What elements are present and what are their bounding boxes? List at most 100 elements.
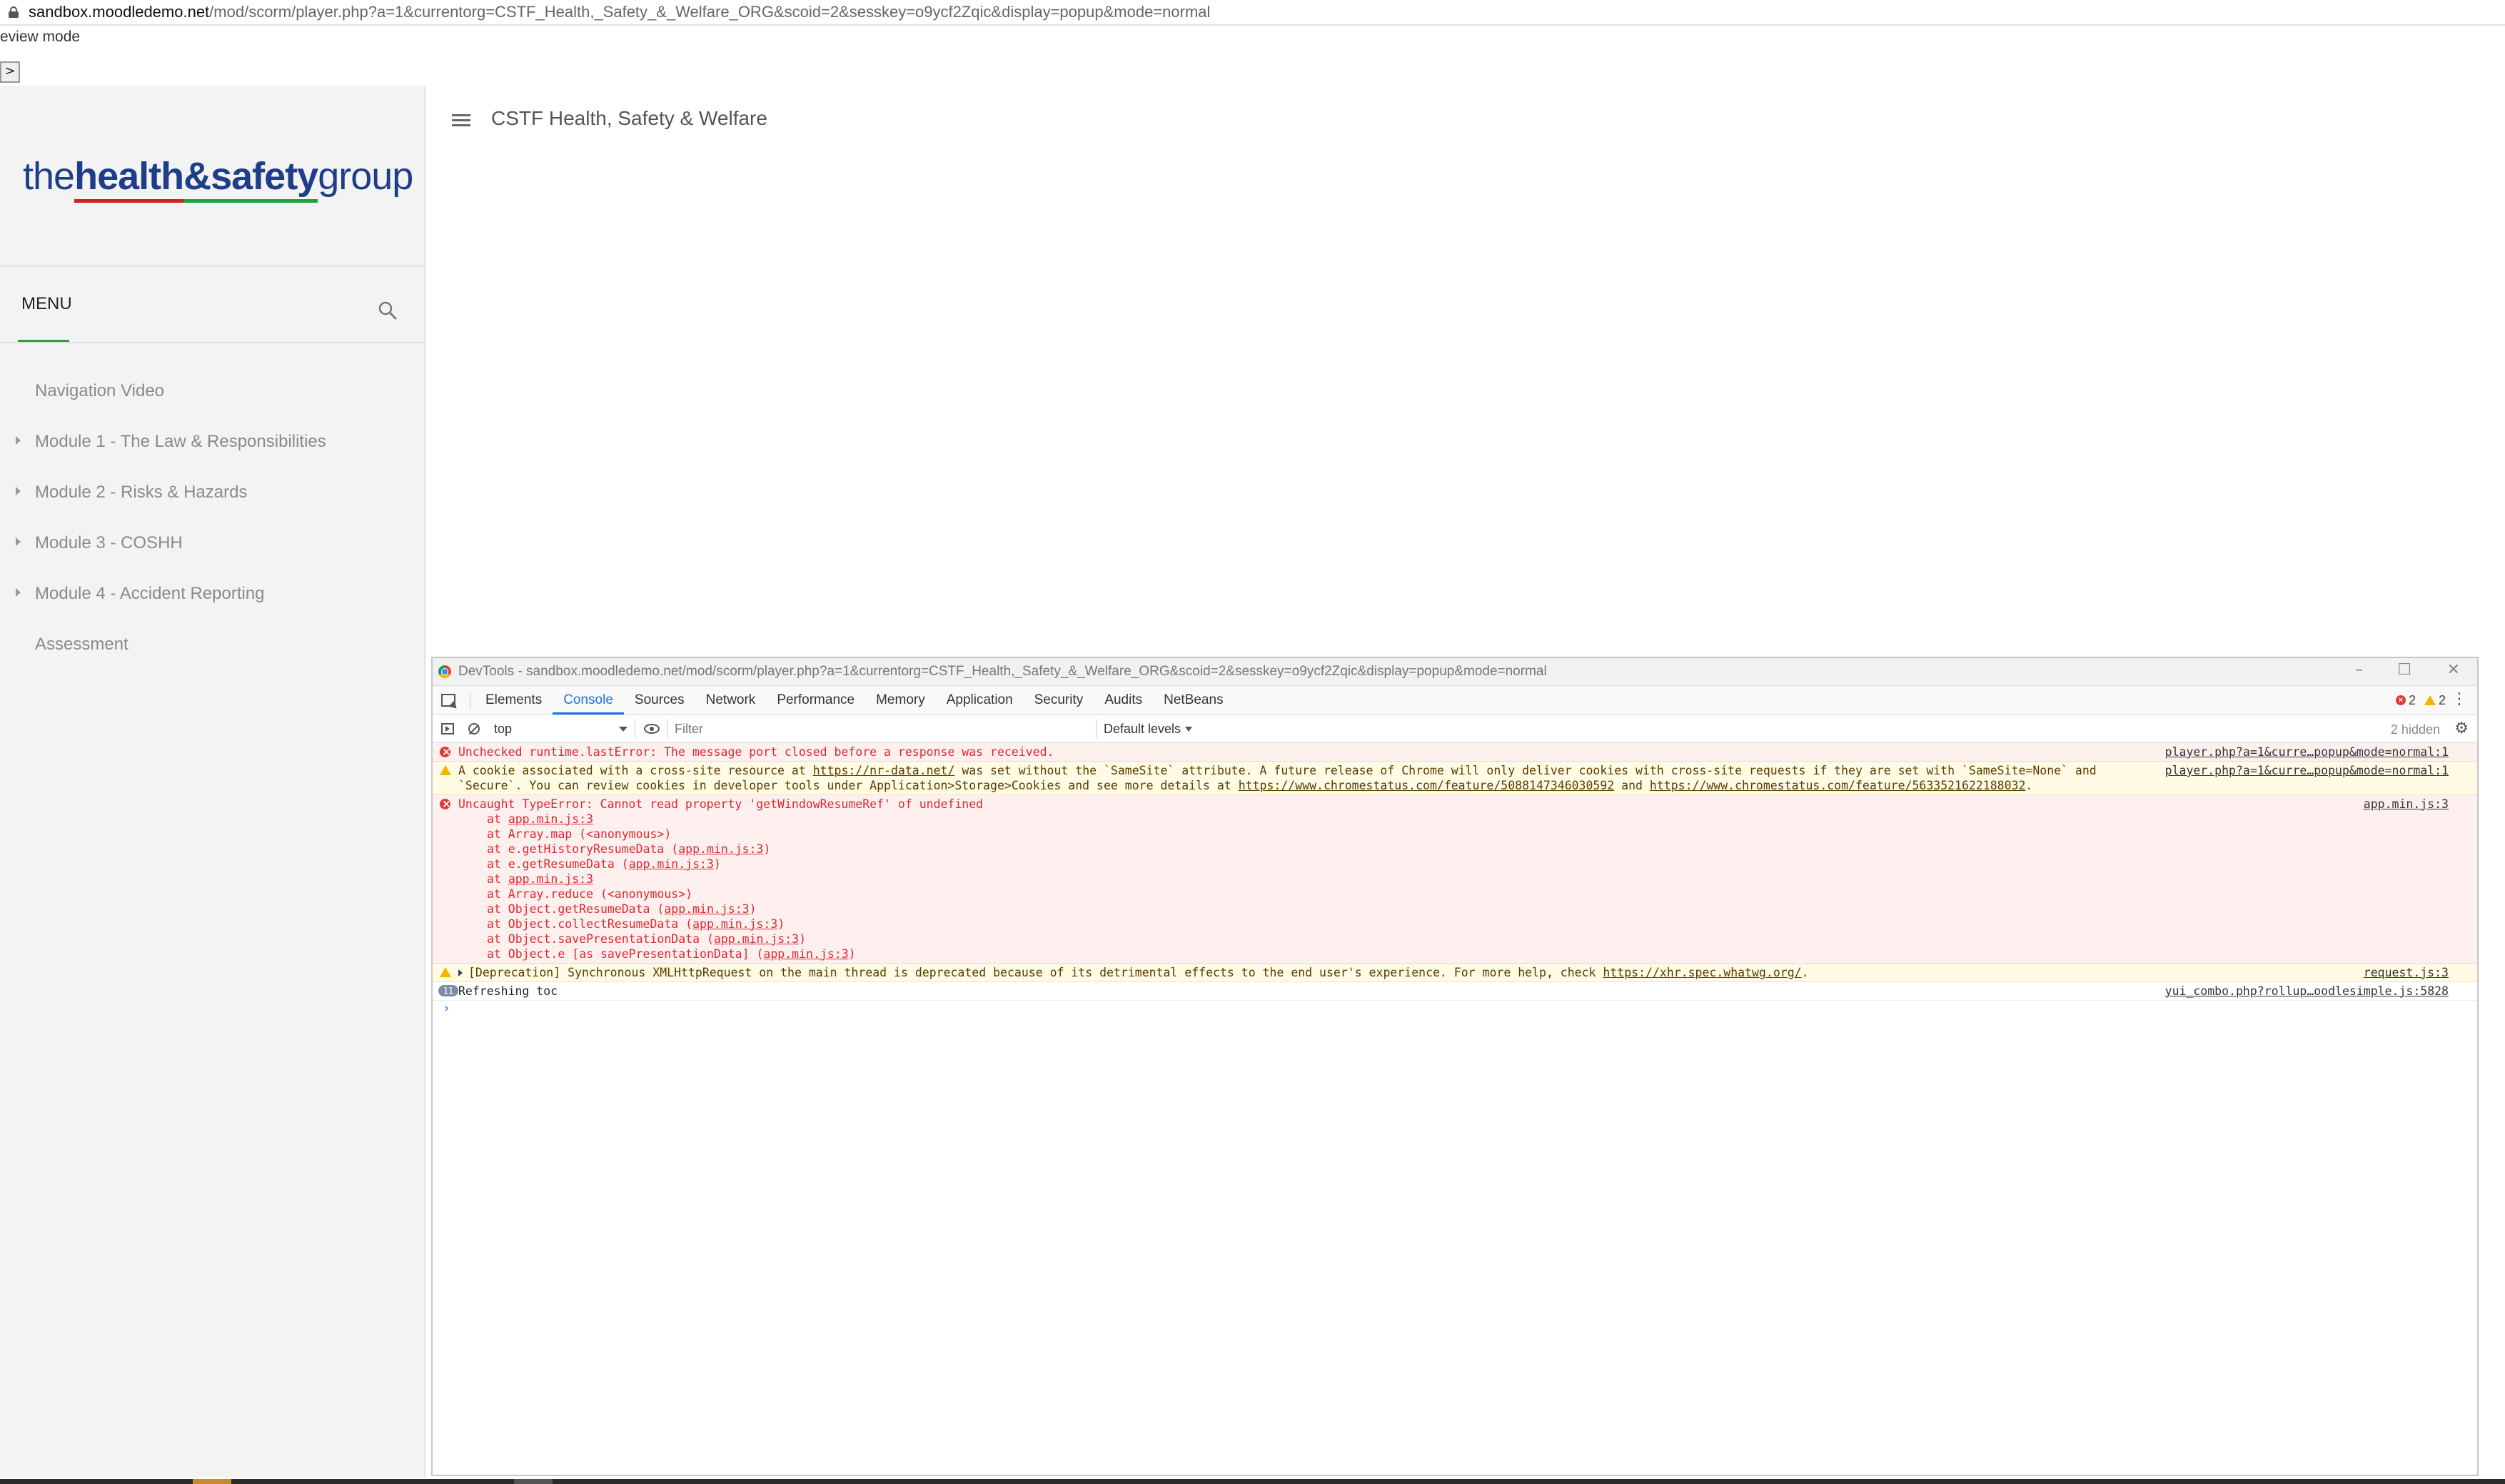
log-levels-dropdown[interactable]: Default levels bbox=[1104, 722, 1193, 737]
source-link[interactable]: app.min.js:3 bbox=[2364, 797, 2449, 812]
maximize-icon[interactable]: ☐ bbox=[2397, 661, 2411, 679]
tab-performance[interactable]: Performance bbox=[766, 686, 865, 715]
nav-item-label: Module 4 - Accident Reporting bbox=[35, 583, 265, 603]
console-message-error: Uncaught TypeError: Cannot read property… bbox=[433, 795, 2477, 964]
stack-frame-link[interactable]: app.min.js:3 bbox=[763, 947, 848, 961]
live-expression-eye-icon[interactable] bbox=[644, 724, 660, 734]
filter-input[interactable] bbox=[667, 720, 1097, 738]
message-text: [Deprecation] Synchronous XMLHttpRequest… bbox=[468, 966, 1603, 979]
stack-frame: at Object.getResumeData (app.min.js:3) bbox=[487, 902, 757, 916]
devtools-titlebar[interactable]: DevTools - sandbox.moodledemo.net/mod/sc… bbox=[433, 658, 2477, 686]
chrome-icon bbox=[438, 665, 451, 678]
message-text: Uncaught TypeError: Cannot read property… bbox=[458, 797, 984, 811]
context-selector[interactable]: top bbox=[487, 720, 635, 738]
stack-frame: at Object.collectResumeData (app.min.js:… bbox=[487, 917, 785, 931]
caret-right-icon[interactable] bbox=[16, 487, 21, 495]
search-icon[interactable] bbox=[377, 300, 398, 321]
warning-icon bbox=[2424, 695, 2436, 705]
gear-icon[interactable]: ⚙ bbox=[2454, 720, 2469, 737]
stack-frame-link[interactable]: app.min.js:3 bbox=[508, 812, 593, 826]
tab-netbeans[interactable]: NetBeans bbox=[1153, 686, 1234, 715]
stack-frame: at Object.e [as savePresentationData] (a… bbox=[487, 947, 856, 961]
nav-item-module-2[interactable]: Module 2 - Risks & Hazards bbox=[0, 467, 424, 518]
sidebar: thehealth&safetygroup MENU Navigation Vi… bbox=[0, 86, 425, 1478]
stack-frame: at app.min.js:3 bbox=[487, 872, 594, 886]
more-options-icon[interactable]: ⋮ bbox=[2451, 690, 2467, 708]
console-message-error: Unchecked runtime.lastError: The message… bbox=[433, 743, 2477, 762]
tab-network[interactable]: Network bbox=[695, 686, 767, 715]
nav-item-module-1[interactable]: Module 1 - The Law & Responsibilities bbox=[0, 416, 424, 467]
source-link[interactable]: player.php?a=1&curre…popup&mode=normal:1 bbox=[2165, 763, 2449, 778]
hidden-count: 2 hidden bbox=[2390, 722, 2440, 737]
minimize-icon[interactable]: – bbox=[2355, 661, 2363, 679]
message-link[interactable]: https://www.chromestatus.com/feature/508… bbox=[1239, 779, 1615, 792]
caret-right-icon[interactable] bbox=[16, 436, 21, 445]
address-bar[interactable]: sandbox.moodledemo.net/mod/scorm/player.… bbox=[0, 0, 2505, 26]
stack-frame: at Object.savePresentationData (app.min.… bbox=[487, 932, 807, 946]
message-text: and bbox=[1614, 779, 1650, 792]
stack-frame: at e.getHistoryResumeData (app.min.js:3) bbox=[487, 842, 771, 856]
tab-audits[interactable]: Audits bbox=[1094, 686, 1153, 715]
nav-item-label: Navigation Video bbox=[35, 380, 165, 400]
message-text: Refreshing toc bbox=[458, 984, 558, 998]
source-link[interactable]: request.js:3 bbox=[2364, 965, 2449, 980]
caret-right-icon[interactable] bbox=[16, 588, 21, 597]
devtools-tabbar: Elements Console Sources Network Perform… bbox=[433, 686, 2477, 715]
hamburger-menu-icon[interactable] bbox=[452, 114, 470, 128]
clear-console-icon[interactable] bbox=[468, 723, 480, 735]
message-text: A cookie associated with a cross-site re… bbox=[458, 764, 813, 777]
stack-frame: at Array.reduce (<anonymous>) bbox=[487, 887, 693, 901]
nav-item-navigation-video[interactable]: Navigation Video bbox=[0, 365, 424, 416]
nav-item-module-3[interactable]: Module 3 - COSHH bbox=[0, 518, 424, 568]
error-count: 2 bbox=[2408, 692, 2416, 707]
warning-count: 2 bbox=[2438, 692, 2446, 707]
stack-frame-link[interactable]: app.min.js:3 bbox=[508, 872, 593, 886]
tab-security[interactable]: Security bbox=[1024, 686, 1094, 715]
menu-tab[interactable]: MENU bbox=[21, 294, 72, 314]
error-icon bbox=[440, 744, 451, 759]
stack-frame-link[interactable]: app.min.js:3 bbox=[714, 932, 799, 946]
console-prompt[interactable]: › bbox=[433, 1001, 2477, 1018]
tab-memory[interactable]: Memory bbox=[865, 686, 936, 715]
nav-item-assessment[interactable]: Assessment bbox=[0, 619, 424, 670]
nav-list: Navigation Video Module 1 - The Law & Re… bbox=[0, 365, 424, 670]
stack-frame: at app.min.js:3 bbox=[487, 812, 594, 826]
message-link[interactable]: https://xhr.spec.whatwg.org/ bbox=[1603, 966, 1801, 979]
caret-right-icon[interactable] bbox=[16, 537, 21, 546]
issue-counts[interactable]: × 2 2 bbox=[2395, 686, 2446, 715]
nav-item-module-4[interactable]: Module 4 - Accident Reporting bbox=[0, 568, 424, 619]
show-sidebar-icon[interactable] bbox=[441, 723, 454, 735]
taskbar-strip bbox=[0, 1479, 2505, 1484]
message-text: Unchecked runtime.lastError: The message… bbox=[458, 745, 1054, 759]
stack-frame-link[interactable]: app.min.js:3 bbox=[692, 917, 777, 931]
context-selector-value: top bbox=[494, 721, 513, 736]
tab-sources[interactable]: Sources bbox=[624, 686, 695, 715]
tab-console[interactable]: Console bbox=[553, 686, 624, 715]
expand-arrow-icon[interactable] bbox=[458, 969, 463, 976]
message-text: was set without the `SameSite` attribute… bbox=[954, 764, 2097, 777]
devtools-window: DevTools - sandbox.moodledemo.net/mod/sc… bbox=[431, 657, 2479, 1476]
stack-frame-link[interactable]: app.min.js:3 bbox=[629, 857, 714, 871]
inspect-element-icon[interactable] bbox=[441, 694, 455, 707]
nav-item-label: Module 3 - COSHH bbox=[35, 532, 183, 552]
message-text: . bbox=[2025, 779, 2033, 792]
stack-frame: at Array.map (<anonymous>) bbox=[487, 827, 672, 841]
tab-elements[interactable]: Elements bbox=[475, 686, 553, 715]
url-host: sandbox.moodledemo.net bbox=[29, 3, 210, 21]
chevron-down-icon bbox=[619, 726, 627, 732]
warning-icon bbox=[440, 967, 451, 977]
page-title: CSTF Health, Safety & Welfare bbox=[491, 107, 767, 129]
tab-application[interactable]: Application bbox=[936, 686, 1024, 715]
message-link[interactable]: https://nr-data.net/ bbox=[813, 764, 955, 777]
expand-button[interactable]: > bbox=[0, 61, 20, 83]
message-link[interactable]: https://www.chromestatus.com/feature/563… bbox=[1650, 779, 2026, 792]
close-icon[interactable]: ✕ bbox=[2447, 661, 2460, 679]
repeat-count-badge: 11 bbox=[438, 985, 458, 996]
stack-frame-link[interactable]: app.min.js:3 bbox=[678, 842, 763, 856]
nav-item-label: Assessment bbox=[35, 634, 128, 654]
source-link[interactable]: yui_combo.php?rollup…oodlesimple.js:5828 bbox=[2165, 984, 2449, 999]
chevron-down-icon bbox=[1185, 726, 1193, 732]
source-link[interactable]: player.php?a=1&curre…popup&mode=normal:1 bbox=[2165, 744, 2449, 759]
stack-frame: at e.getResumeData (app.min.js:3) bbox=[487, 857, 721, 871]
stack-frame-link[interactable]: app.min.js:3 bbox=[664, 902, 749, 916]
